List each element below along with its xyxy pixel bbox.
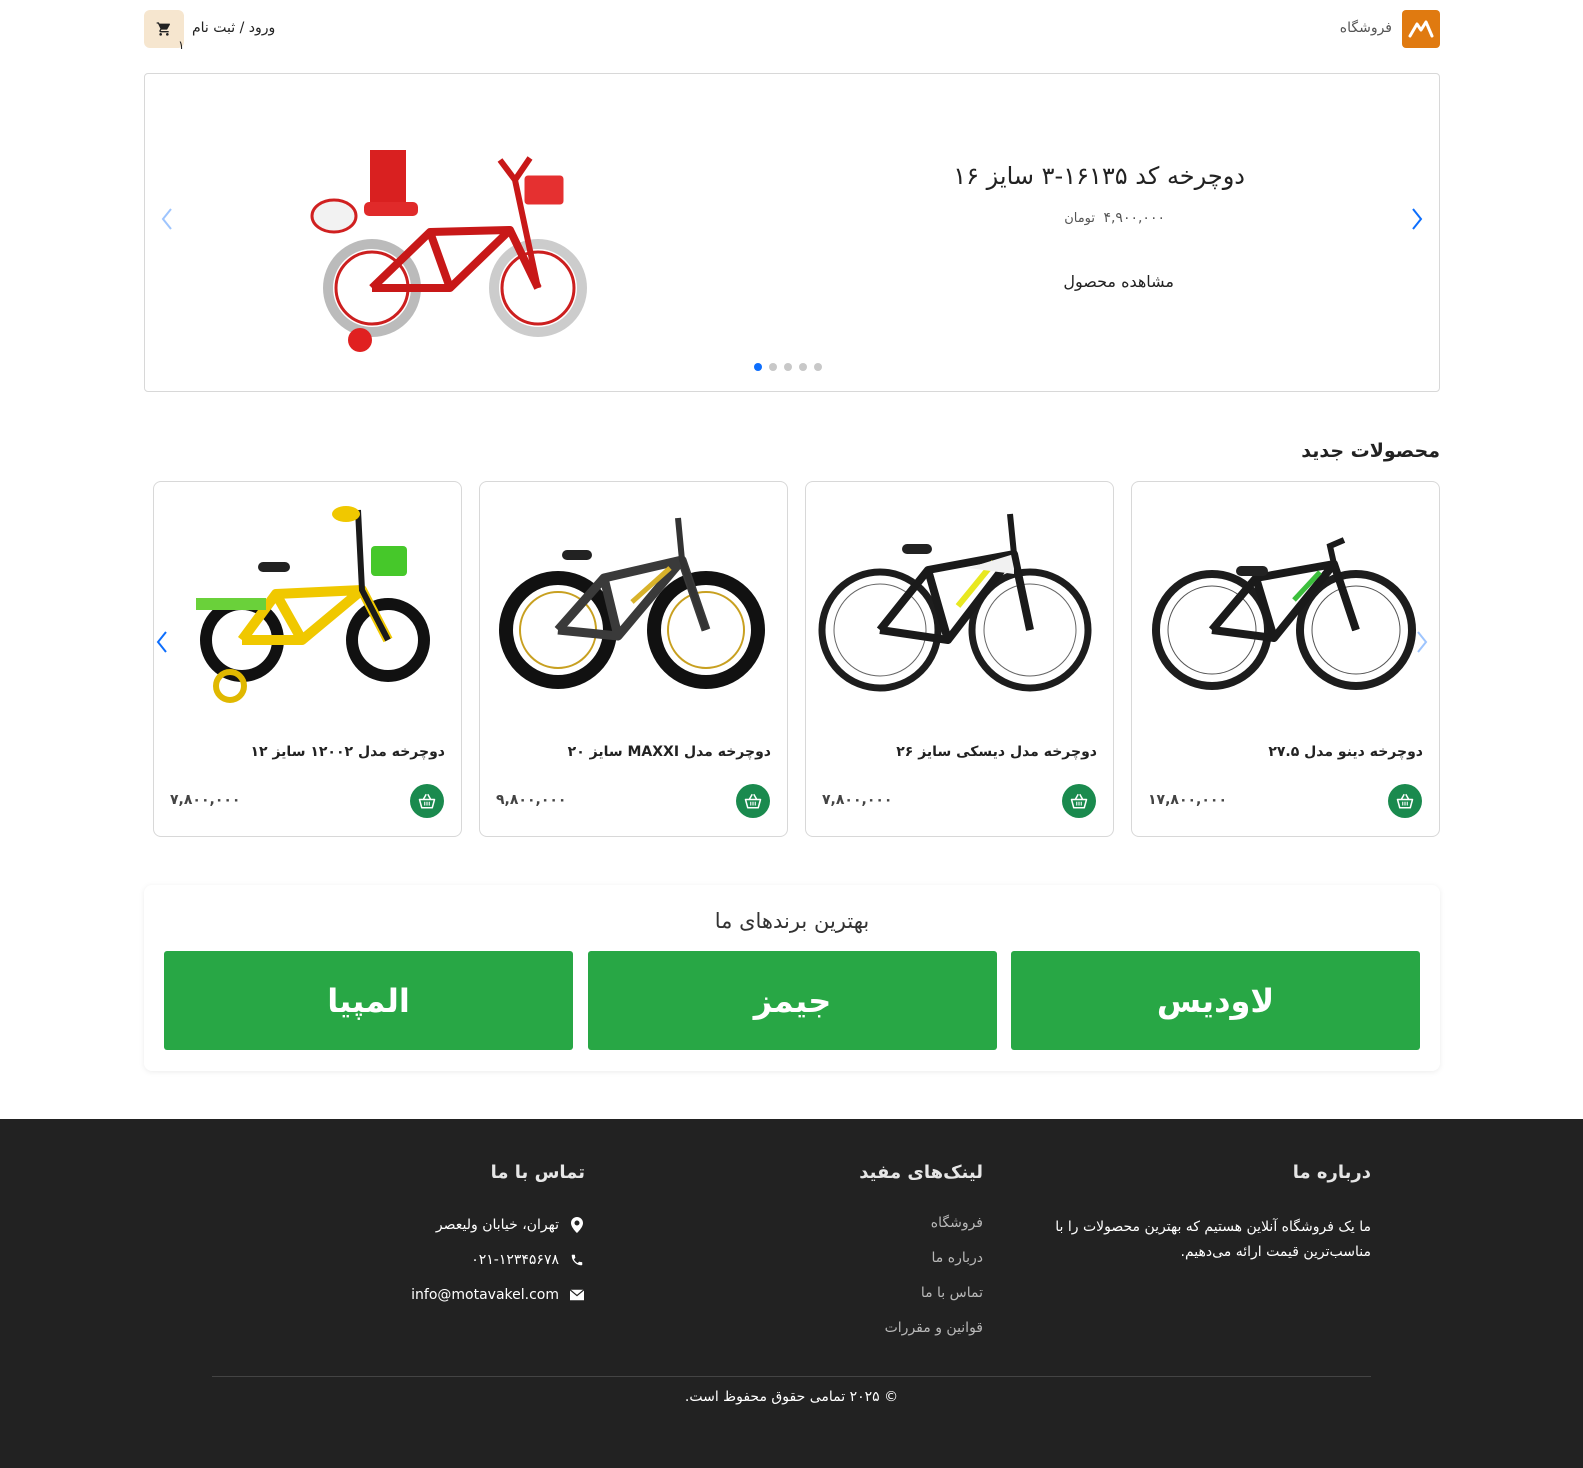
slider-dot-1[interactable] <box>754 363 762 371</box>
footer-link-terms[interactable]: قوانین و مقررات <box>885 1320 983 1340</box>
add-to-cart-button[interactable] <box>1388 784 1422 818</box>
product-image[interactable] <box>166 490 451 720</box>
footer-phone-text: ۰۲۱-۱۲۳۴۵۶۷۸ <box>471 1252 559 1268</box>
footer-about-title: درباره ما <box>1292 1162 1371 1183</box>
footer-links-title: لینک‌های مفید <box>859 1162 983 1183</box>
product-image[interactable] <box>492 490 777 720</box>
footer-links-list: فروشگاه درباره ما تماس با ما قوانین و مق… <box>885 1215 983 1355</box>
product-card[interactable]: دوچرخه مدل MAXXI سایز ۲۰ ۹,۸۰۰,۰۰۰ <box>479 481 788 837</box>
product-card[interactable]: دوچرخه مدل ۱۲۰۰۲ سایز ۱۲ ۷,۸۰۰,۰۰۰ <box>153 481 462 837</box>
basket-icon <box>1070 793 1088 809</box>
product-name[interactable]: دوچرخه دینو مدل ۲۷.۵ <box>1268 744 1423 760</box>
site-footer: درباره ما ما یک فروشگاه آنلاین هستیم که … <box>0 1119 1583 1468</box>
chevron-right-icon <box>1417 631 1428 653</box>
brands-section: بهترین برندهای ما لاودیس جیمز المپیا <box>144 885 1440 1071</box>
add-to-cart-button[interactable] <box>1062 784 1096 818</box>
product-price: ۷,۸۰۰,۰۰۰ <box>170 792 241 808</box>
slider-dots <box>754 363 822 371</box>
logo[interactable] <box>1402 10 1440 48</box>
product-name[interactable]: دوچرخه مدل MAXXI سایز ۲۰ <box>568 744 771 760</box>
footer-email[interactable]: info@motavakel.com <box>411 1285 585 1305</box>
footer-email-text: info@motavakel.com <box>411 1287 559 1303</box>
product-name[interactable]: دوچرخه مدل دیسکی سایز ۲۶ <box>896 744 1097 760</box>
basket-icon <box>1396 793 1414 809</box>
login-register-link[interactable]: ورود / ثبت نام <box>192 20 275 36</box>
slide-product-title: دوچرخه کد ۱۶۱۳۵-۳ سایز ۱۶ <box>953 162 1245 190</box>
basket-icon <box>418 793 436 809</box>
site-header: فروشگاه ۱ ورود / ثبت نام <box>144 8 1440 52</box>
product-price: ۱۷,۸۰۰,۰۰۰ <box>1148 792 1227 808</box>
slider-prev-arrow[interactable] <box>157 204 177 234</box>
slider-dot-4[interactable] <box>799 363 807 371</box>
slider-dot-3[interactable] <box>784 363 792 371</box>
products-prev-arrow[interactable] <box>152 627 172 657</box>
cart-icon <box>156 22 170 36</box>
chevron-right-icon <box>1412 208 1423 230</box>
product-price: ۷,۸۰۰,۰۰۰ <box>822 792 893 808</box>
slide-product-image[interactable] <box>310 120 610 356</box>
chevron-left-icon <box>161 208 172 230</box>
footer-contact-title: تماس با ما <box>490 1162 585 1183</box>
add-to-cart-button[interactable] <box>736 784 770 818</box>
footer-link-contact[interactable]: تماس با ما <box>885 1285 983 1305</box>
footer-copyright: © ۲۰۲۵ تمامی حقوق محفوظ است. <box>684 1389 899 1405</box>
basket-icon <box>744 793 762 809</box>
cart-count-badge: ۱ <box>178 38 185 52</box>
envelope-icon <box>569 1287 585 1303</box>
products-next-arrow[interactable] <box>1412 627 1432 657</box>
logo-mark-icon <box>1408 20 1434 38</box>
brand-tile-olympia[interactable]: المپیا <box>164 951 573 1050</box>
map-pin-icon <box>569 1217 585 1233</box>
slide-price-unit: تومان <box>1064 211 1095 226</box>
slider-dot-5[interactable] <box>814 363 822 371</box>
footer-about-text: ما یک فروشگاه آنلاین هستیم که بهترین محص… <box>1055 1219 1371 1260</box>
footer-address-text: تهران، خیابان ولیعصر <box>435 1217 559 1233</box>
slide-product-price: ۴,۹۰۰,۰۰۰ تومان <box>1064 210 1165 226</box>
brand-tile-james[interactable]: جیمز <box>588 951 997 1050</box>
brands-title: بهترین برندهای ما <box>714 909 870 933</box>
product-image[interactable] <box>1144 490 1429 720</box>
view-product-button[interactable]: مشاهده محصول <box>1063 272 1174 291</box>
footer-link-store[interactable]: فروشگاه <box>885 1215 983 1235</box>
new-products-title: محصولات جدید <box>1301 440 1440 462</box>
footer-address: تهران، خیابان ولیعصر <box>411 1215 585 1235</box>
footer-divider <box>212 1376 1371 1377</box>
phone-icon <box>569 1252 585 1268</box>
add-to-cart-button[interactable] <box>410 784 444 818</box>
brand-tile-lavidis[interactable]: لاودیس <box>1011 951 1420 1050</box>
product-name[interactable]: دوچرخه مدل ۱۲۰۰۲ سایز ۱۲ <box>251 744 446 760</box>
slider-next-arrow[interactable] <box>1407 204 1427 234</box>
product-price: ۹,۸۰۰,۰۰۰ <box>496 792 567 808</box>
hero-slider: دوچرخه کد ۱۶۱۳۵-۳ سایز ۱۶ ۴,۹۰۰,۰۰۰ توما… <box>144 73 1440 392</box>
footer-phone[interactable]: ۰۲۱-۱۲۳۴۵۶۷۸ <box>411 1250 585 1270</box>
slide-price-value: ۴,۹۰۰,۰۰۰ <box>1103 210 1165 226</box>
footer-contact-list: تهران، خیابان ولیعصر ۰۲۱-۱۲۳۴۵۶۷۸ info@m… <box>411 1215 585 1320</box>
product-card[interactable]: دوچرخه مدل دیسکی سایز ۲۶ ۷,۸۰۰,۰۰۰ <box>805 481 1114 837</box>
slider-dot-2[interactable] <box>769 363 777 371</box>
footer-link-about[interactable]: درباره ما <box>885 1250 983 1270</box>
nav-store-link[interactable]: فروشگاه <box>1340 20 1392 36</box>
chevron-left-icon <box>156 631 167 653</box>
product-image[interactable] <box>818 490 1103 720</box>
product-card[interactable]: دوچرخه دینو مدل ۲۷.۵ ۱۷,۸۰۰,۰۰۰ <box>1131 481 1440 837</box>
new-products-carousel: دوچرخه دینو مدل ۲۷.۵ ۱۷,۸۰۰,۰۰۰ دوچرخه م… <box>144 481 1440 837</box>
